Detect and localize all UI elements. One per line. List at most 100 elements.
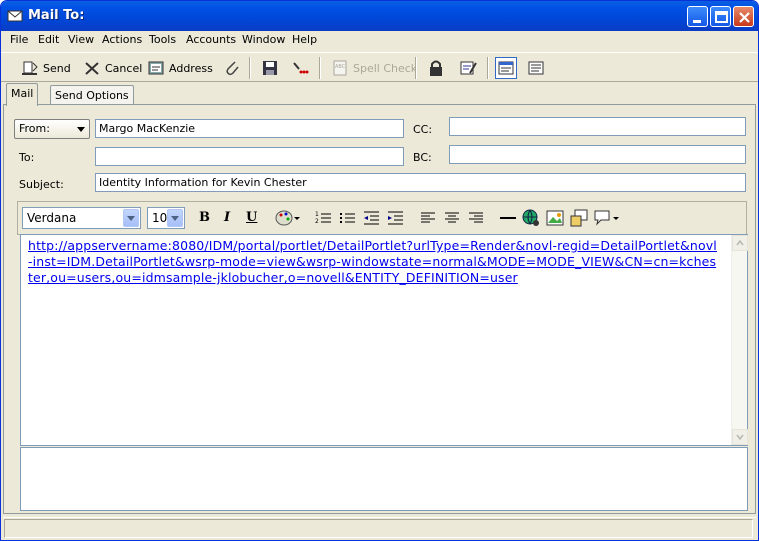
view-mode-button-active[interactable] <box>495 57 517 79</box>
palette-icon <box>275 210 300 226</box>
list-view-icon <box>527 59 545 77</box>
floppy-save-icon <box>261 59 279 77</box>
align-left-icon <box>421 212 435 223</box>
image-icon <box>546 210 564 226</box>
speech-bubble-icon <box>594 210 619 226</box>
increase-indent-button[interactable] <box>386 208 406 228</box>
svg-text:2: 2 <box>315 218 319 225</box>
form-view-icon <box>497 59 515 77</box>
portlet-url-link[interactable]: http://appservername:8080/IDM/portal/por… <box>28 238 718 286</box>
menu-view[interactable]: View <box>68 33 94 46</box>
arrow-dots-icon <box>291 59 309 77</box>
window-title: Mail To: <box>28 8 85 23</box>
status-cell <box>4 519 753 538</box>
message-body-editor[interactable]: http://appservername:8080/IDM/portal/por… <box>20 234 748 446</box>
subject-label: Subject: <box>19 178 64 191</box>
align-center-button[interactable] <box>442 208 462 228</box>
signature-area[interactable] <box>20 447 748 511</box>
numbered-list-button[interactable]: 12 <box>314 208 334 228</box>
cc-label: CC: <box>413 123 433 136</box>
address-button[interactable]: Address <box>147 57 213 79</box>
menu-window[interactable]: Window <box>242 33 285 46</box>
minimize-button[interactable] <box>687 6 708 27</box>
menu-edit[interactable]: Edit <box>38 33 59 46</box>
insert-image-button[interactable] <box>545 208 565 228</box>
toolbar-separator <box>487 57 489 79</box>
status-bar <box>3 517 756 539</box>
tab-mail[interactable]: Mail <box>6 83 39 106</box>
signature-icon <box>459 59 477 77</box>
send-options-button[interactable] <box>291 57 313 79</box>
outdent-icon <box>364 211 379 225</box>
indent-icon <box>388 211 403 225</box>
font-size-select[interactable]: 10 <box>147 207 185 229</box>
align-right-button[interactable] <box>466 208 486 228</box>
toolbar-separator <box>319 57 321 79</box>
from-dropdown-button[interactable]: From: <box>14 119 90 139</box>
cancel-button[interactable]: Cancel <box>83 57 142 79</box>
object-icon <box>570 209 588 227</box>
chevron-down-icon <box>123 209 139 227</box>
chevron-down-icon <box>736 434 744 441</box>
bulleted-list-icon <box>340 213 355 223</box>
send-icon <box>21 59 39 77</box>
to-label: To: <box>19 151 35 164</box>
bc-field[interactable] <box>449 145 746 164</box>
tab-send-options[interactable]: Send Options <box>50 85 134 105</box>
menu-file[interactable]: File <box>10 33 28 46</box>
dropdown-arrow-icon <box>77 127 85 132</box>
body-vertical-scrollbar[interactable] <box>731 235 748 445</box>
main-toolbar: Send Cancel Address ABC Spell Check <box>1 52 758 82</box>
paperclip-icon <box>223 59 241 77</box>
horizontal-rule-icon <box>500 217 516 219</box>
align-left-button[interactable] <box>418 208 438 228</box>
chevron-down-icon <box>167 209 183 227</box>
svg-text:1: 1 <box>315 211 319 218</box>
spell-check-button[interactable]: ABC Spell Check <box>331 57 417 79</box>
bold-button[interactable]: B <box>194 208 214 228</box>
menu-tools[interactable]: Tools <box>149 33 176 46</box>
chevron-up-icon <box>736 239 744 246</box>
decrease-indent-button[interactable] <box>362 208 382 228</box>
attach-button[interactable] <box>223 57 245 79</box>
insert-link-button[interactable] <box>521 208 541 228</box>
svg-text:ABC: ABC <box>335 64 346 70</box>
insert-object-button[interactable] <box>569 208 589 228</box>
spell-check-icon: ABC <box>331 59 349 77</box>
globe-link-icon <box>522 209 539 226</box>
security-button[interactable] <box>427 57 449 79</box>
cc-field[interactable] <box>449 117 746 136</box>
font-family-select[interactable]: Verdana <box>22 207 141 229</box>
text-color-button[interactable] <box>274 208 302 228</box>
scroll-up-button[interactable] <box>732 235 748 251</box>
view-mode-button[interactable] <box>527 57 549 79</box>
menu-help[interactable]: Help <box>292 33 317 46</box>
numbered-list-icon: 12 <box>315 211 331 225</box>
subject-field[interactable]: Identity Information for Kevin Chester <box>95 173 746 192</box>
sign-button[interactable] <box>459 57 481 79</box>
from-field[interactable]: Margo MacKenzie <box>95 119 404 138</box>
to-field[interactable] <box>95 147 404 166</box>
save-draft-button[interactable] <box>261 57 283 79</box>
maximize-button[interactable] <box>710 6 731 27</box>
close-button[interactable] <box>733 6 754 27</box>
toolbar-separator <box>249 57 251 79</box>
toolbar-separator <box>415 57 417 79</box>
menu-bar: File Edit View Actions Tools Accounts Wi… <box>1 31 758 50</box>
maximize-icon <box>715 11 728 23</box>
bc-label: BC: <box>413 151 432 164</box>
address-book-icon <box>147 59 165 77</box>
bulleted-list-button[interactable] <box>338 208 358 228</box>
emoticon-dropdown-button[interactable] <box>593 208 621 228</box>
send-button[interactable]: Send <box>21 57 71 79</box>
horizontal-rule-button[interactable] <box>498 208 518 228</box>
italic-button[interactable]: I <box>218 208 238 228</box>
scroll-down-button[interactable] <box>732 429 748 445</box>
mail-envelope-icon <box>7 8 23 23</box>
menu-accounts[interactable]: Accounts <box>186 33 236 46</box>
mail-panel: From: Margo MacKenzie CC: To: BC: Subjec… <box>3 104 756 514</box>
minimize-icon <box>693 20 701 23</box>
underline-button[interactable]: U <box>242 208 262 228</box>
menu-actions[interactable]: Actions <box>102 33 142 46</box>
title-bar[interactable]: Mail To: <box>1 1 758 31</box>
